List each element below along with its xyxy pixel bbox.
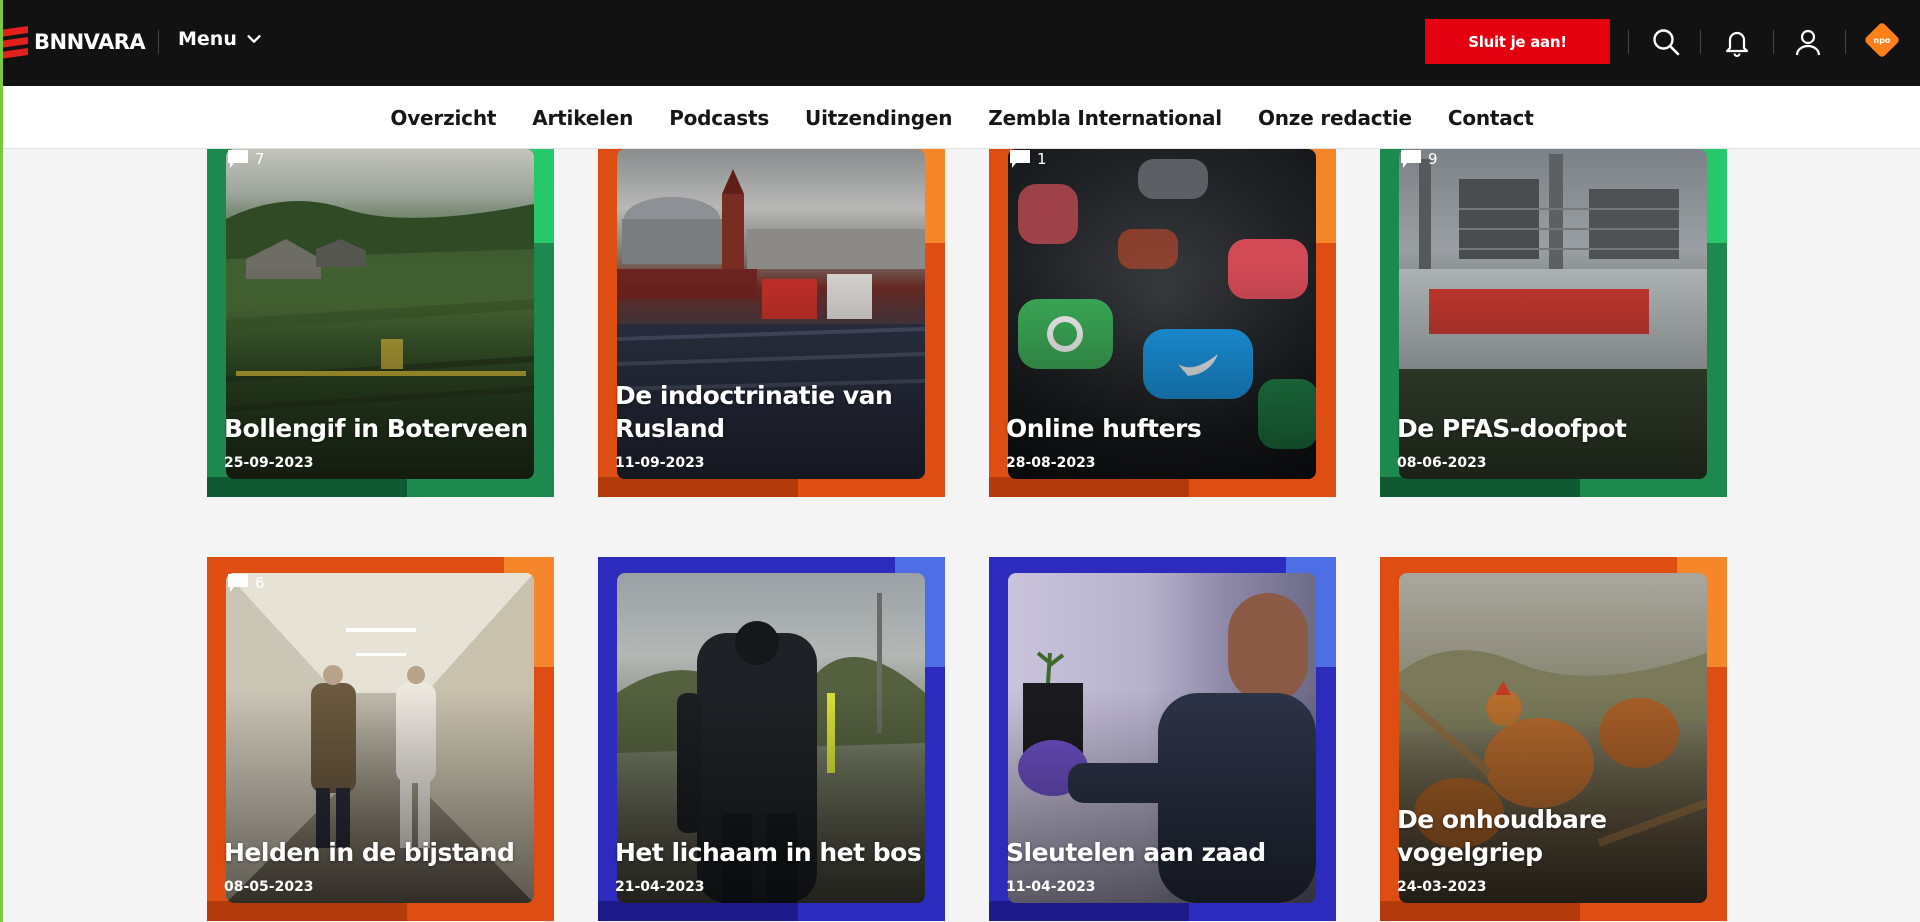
- bell-icon: [1725, 31, 1749, 57]
- card-date: 25-09-2023: [224, 455, 314, 471]
- card-title: Sleutelen aan zaad: [1006, 838, 1266, 867]
- card-frame-accent: [989, 477, 1189, 497]
- divider: [158, 30, 159, 54]
- top-bar: BNNVARA Menu Sluit je aan! npo: [0, 0, 1920, 86]
- logo-text: BNNVARA: [34, 30, 146, 54]
- card-date: 08-06-2023: [1397, 455, 1487, 471]
- card-date: 08-05-2023: [224, 879, 314, 895]
- comment-count: 9: [1400, 149, 1438, 169]
- user-icon: [1795, 29, 1821, 56]
- npo-label: npo: [1873, 35, 1891, 45]
- join-button[interactable]: Sluit je aan!: [1425, 19, 1610, 64]
- comment-icon: [1401, 150, 1421, 168]
- comment-count: 1: [1009, 149, 1047, 169]
- card-title: Bollengif in Boterveen: [224, 414, 528, 443]
- episode-card[interactable]: 7 Bollengif in Boterveen 25-09-2023: [207, 133, 554, 497]
- nav-overzicht[interactable]: Overzicht: [390, 106, 496, 130]
- card-title: De PFAS-doofpot: [1397, 414, 1627, 443]
- bnnvara-logo[interactable]: BNNVARA: [0, 24, 146, 60]
- card-date: 28-08-2023: [1006, 455, 1096, 471]
- npo-diamond-icon: npo: [1863, 21, 1901, 59]
- account-button[interactable]: [1790, 24, 1826, 60]
- card-frame-accent: [989, 901, 1189, 921]
- search-button[interactable]: [1648, 24, 1684, 60]
- card-frame-accent: [598, 901, 798, 921]
- card-title: De onhoudbare vogelgriep: [1397, 805, 1607, 867]
- chevron-down-icon: [247, 35, 261, 43]
- nav-zembla-international[interactable]: Zembla International: [988, 106, 1222, 130]
- menu-button[interactable]: Menu: [178, 28, 263, 50]
- npo-logo[interactable]: npo: [1863, 21, 1901, 59]
- divider: [1845, 30, 1846, 54]
- episode-card[interactable]: 6 Helden in de bijstand 08-05-2023: [207, 557, 554, 921]
- card-date: 11-04-2023: [1006, 879, 1096, 895]
- notifications-button[interactable]: [1719, 24, 1755, 60]
- menu-label: Menu: [178, 28, 237, 50]
- search-icon: [1653, 29, 1680, 56]
- card-title: De indoctrinatie van Rusland: [615, 381, 893, 443]
- section-nav: Overzicht Artikelen Podcasts Uitzendinge…: [0, 86, 1920, 149]
- card-frame-accent: [598, 477, 798, 497]
- nav-podcasts[interactable]: Podcasts: [669, 106, 769, 130]
- divider: [1773, 30, 1774, 54]
- comment-count-value: 7: [255, 150, 265, 168]
- episode-card[interactable]: De indoctrinatie van Rusland 11-09-2023: [598, 133, 945, 497]
- comment-icon: [228, 574, 248, 592]
- divider: [1628, 30, 1629, 54]
- card-frame-accent: [1380, 901, 1580, 921]
- episode-card[interactable]: De onhoudbare vogelgriep 24-03-2023: [1380, 557, 1727, 921]
- nav-uitzendingen[interactable]: Uitzendingen: [805, 106, 952, 130]
- card-title: Online hufters: [1006, 414, 1202, 443]
- comment-count-value: 1: [1037, 150, 1047, 168]
- episode-card[interactable]: 9 De PFAS-doofpot 08-06-2023: [1380, 133, 1727, 497]
- card-date: 21-04-2023: [615, 879, 705, 895]
- comment-count-value: 6: [255, 574, 265, 592]
- card-frame-accent: [207, 901, 407, 921]
- card-title: Helden in de bijstand: [224, 838, 515, 867]
- nav-onze-redactie[interactable]: Onze redactie: [1258, 106, 1412, 130]
- left-edge-accent: [0, 0, 3, 922]
- card-frame-accent: [1380, 477, 1580, 497]
- nav-contact[interactable]: Contact: [1448, 106, 1534, 130]
- logo-bars-icon: [0, 25, 28, 59]
- comment-count: 6: [227, 573, 265, 593]
- comment-icon: [1010, 150, 1030, 168]
- card-date: 11-09-2023: [615, 455, 705, 471]
- divider: [1700, 30, 1701, 54]
- comment-icon: [228, 150, 248, 168]
- episode-card[interactable]: Het lichaam in het bos 21-04-2023: [598, 557, 945, 921]
- nav-artikelen[interactable]: Artikelen: [532, 106, 633, 130]
- comment-count-value: 9: [1428, 150, 1438, 168]
- episode-card[interactable]: 1 Online hufters 28-08-2023: [989, 133, 1336, 497]
- card-date: 24-03-2023: [1397, 879, 1487, 895]
- comment-count: 7: [227, 149, 265, 169]
- card-title: Het lichaam in het bos: [615, 838, 922, 867]
- card-frame-accent: [207, 477, 407, 497]
- episode-card[interactable]: Sleutelen aan zaad 11-04-2023: [989, 557, 1336, 921]
